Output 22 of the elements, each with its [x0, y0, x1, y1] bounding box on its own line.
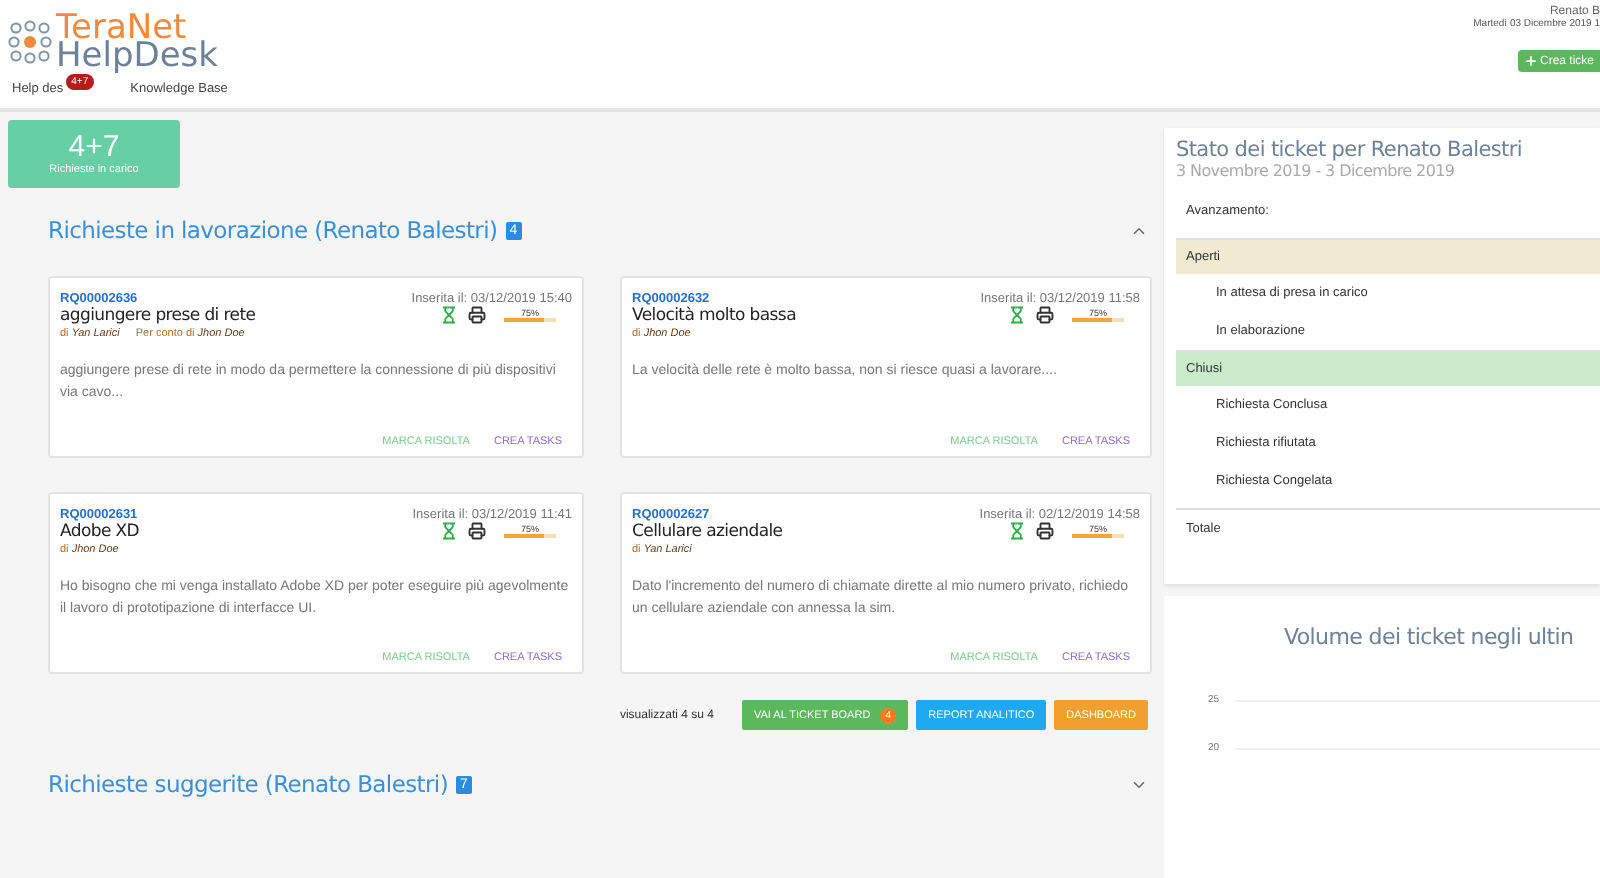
panel-title: Stato dei ticket per Renato Balestri — [1176, 138, 1524, 162]
stat-value: 4+7 — [68, 132, 120, 164]
print-icon[interactable] — [1036, 522, 1054, 540]
print-icon[interactable] — [468, 306, 486, 324]
hourglass-icon[interactable] — [440, 306, 458, 324]
section-title: Richieste in lavorazione (Renato Balestri) — [48, 216, 498, 244]
hourglass-icon[interactable] — [440, 522, 458, 540]
ticket-title: Cellulare aziendale — [632, 522, 783, 542]
hourglass-icon[interactable] — [1008, 522, 1026, 540]
logo-icon — [8, 19, 52, 63]
print-icon[interactable] — [468, 522, 486, 540]
logo-subtitle: HelpDesk — [56, 41, 219, 69]
ticket-title: Adobe XD — [60, 522, 140, 542]
chart-title: Volume dei ticket negli ultin — [1282, 624, 1576, 650]
ticket-title: aggiungere prese di rete — [60, 306, 256, 326]
period-text: 3 Novembre 2019 - 3 Dicembre 2019 — [1176, 162, 1457, 180]
plus-icon — [1523, 54, 1538, 68]
logo-text: TeraNet — [56, 13, 187, 41]
ticket-title: Velocità molto bassa — [632, 306, 796, 326]
print-icon[interactable] — [1036, 306, 1054, 324]
hourglass-icon[interactable] — [1008, 306, 1026, 324]
section-title: Richieste suggerite (Renato Balestri) — [48, 770, 449, 798]
